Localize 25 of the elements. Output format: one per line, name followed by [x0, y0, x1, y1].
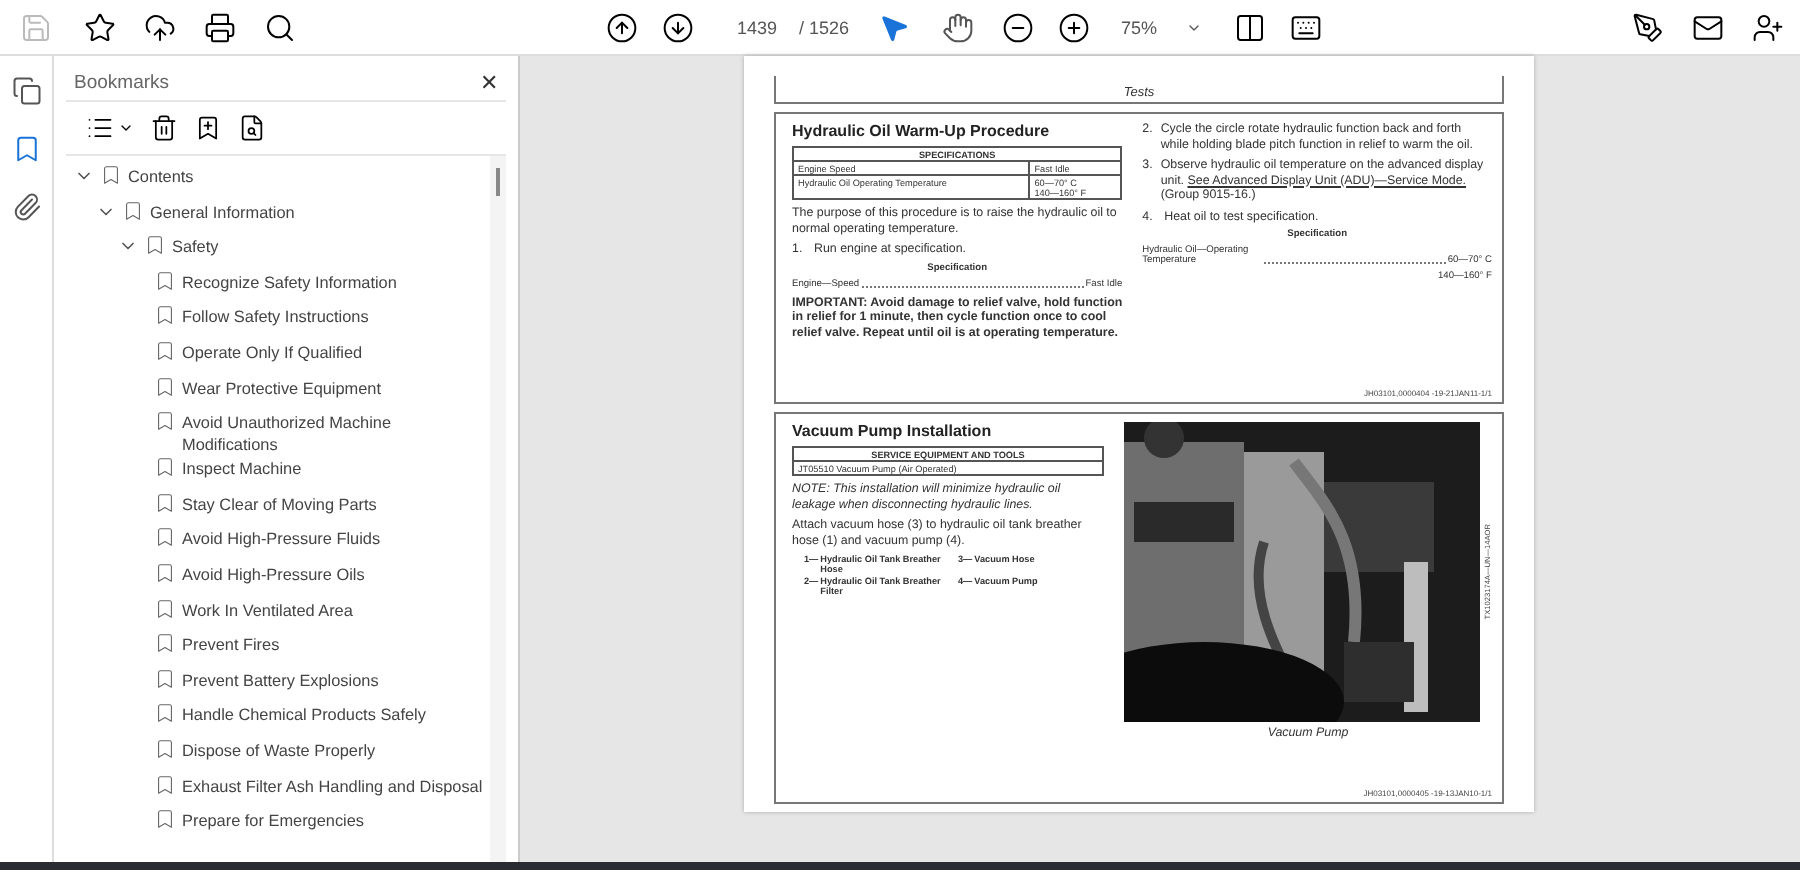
page-count: / 1526	[798, 17, 850, 37]
zoom-dropdown[interactable]: 75%	[1113, 13, 1210, 41]
bookmark-item[interactable]: Avoid High-Pressure Oils	[182, 561, 490, 586]
bookmark-item[interactable]: Wear Protective Equipment	[182, 375, 490, 400]
bookmark-item[interactable]: Prevent Battery Explosions	[182, 667, 490, 692]
bookmark-item[interactable]: Handle Chemical Products Safely	[182, 702, 490, 727]
section-title: Vacuum Pump Installation	[792, 422, 994, 440]
bookmark-item[interactable]: Stay Clear of Moving Parts	[182, 491, 490, 516]
bookmark-item[interactable]: Dispose of Waste Properly	[182, 737, 490, 762]
bookmark-item[interactable]: Exhaust Filter Ash Handling and Disposal	[182, 773, 490, 797]
bookmark-item[interactable]: Prevent Fires	[182, 632, 490, 657]
bookmark-item[interactable]: Avoid High-Pressure Fluids	[182, 526, 490, 551]
section-title: Hydraulic Oil Warm-Up Procedure	[792, 122, 1052, 140]
bookmark-item[interactable]: General Information	[150, 199, 295, 224]
bookmark-item[interactable]: Recognize Safety Information	[182, 269, 490, 294]
bookmark-item[interactable]: Inspect Machine	[182, 456, 490, 481]
panel-title: Bookmarks	[74, 71, 170, 93]
bookmark-item[interactable]: Safety	[172, 234, 219, 259]
close-button[interactable]: ✕	[480, 69, 498, 95]
bookmark-item[interactable]: Follow Safety Instructions	[182, 304, 490, 329]
bookmark-item[interactable]: Work In Ventilated Area	[182, 597, 490, 622]
bookmark-item[interactable]: Prepare for Emergencies	[182, 808, 490, 833]
bookmark-item[interactable]: Contents	[128, 164, 194, 188]
bookmark-item[interactable]: Operate Only If Qualified	[182, 339, 490, 364]
bookmark-item[interactable]: Avoid Unauthorized Machine Modifications	[182, 410, 490, 457]
